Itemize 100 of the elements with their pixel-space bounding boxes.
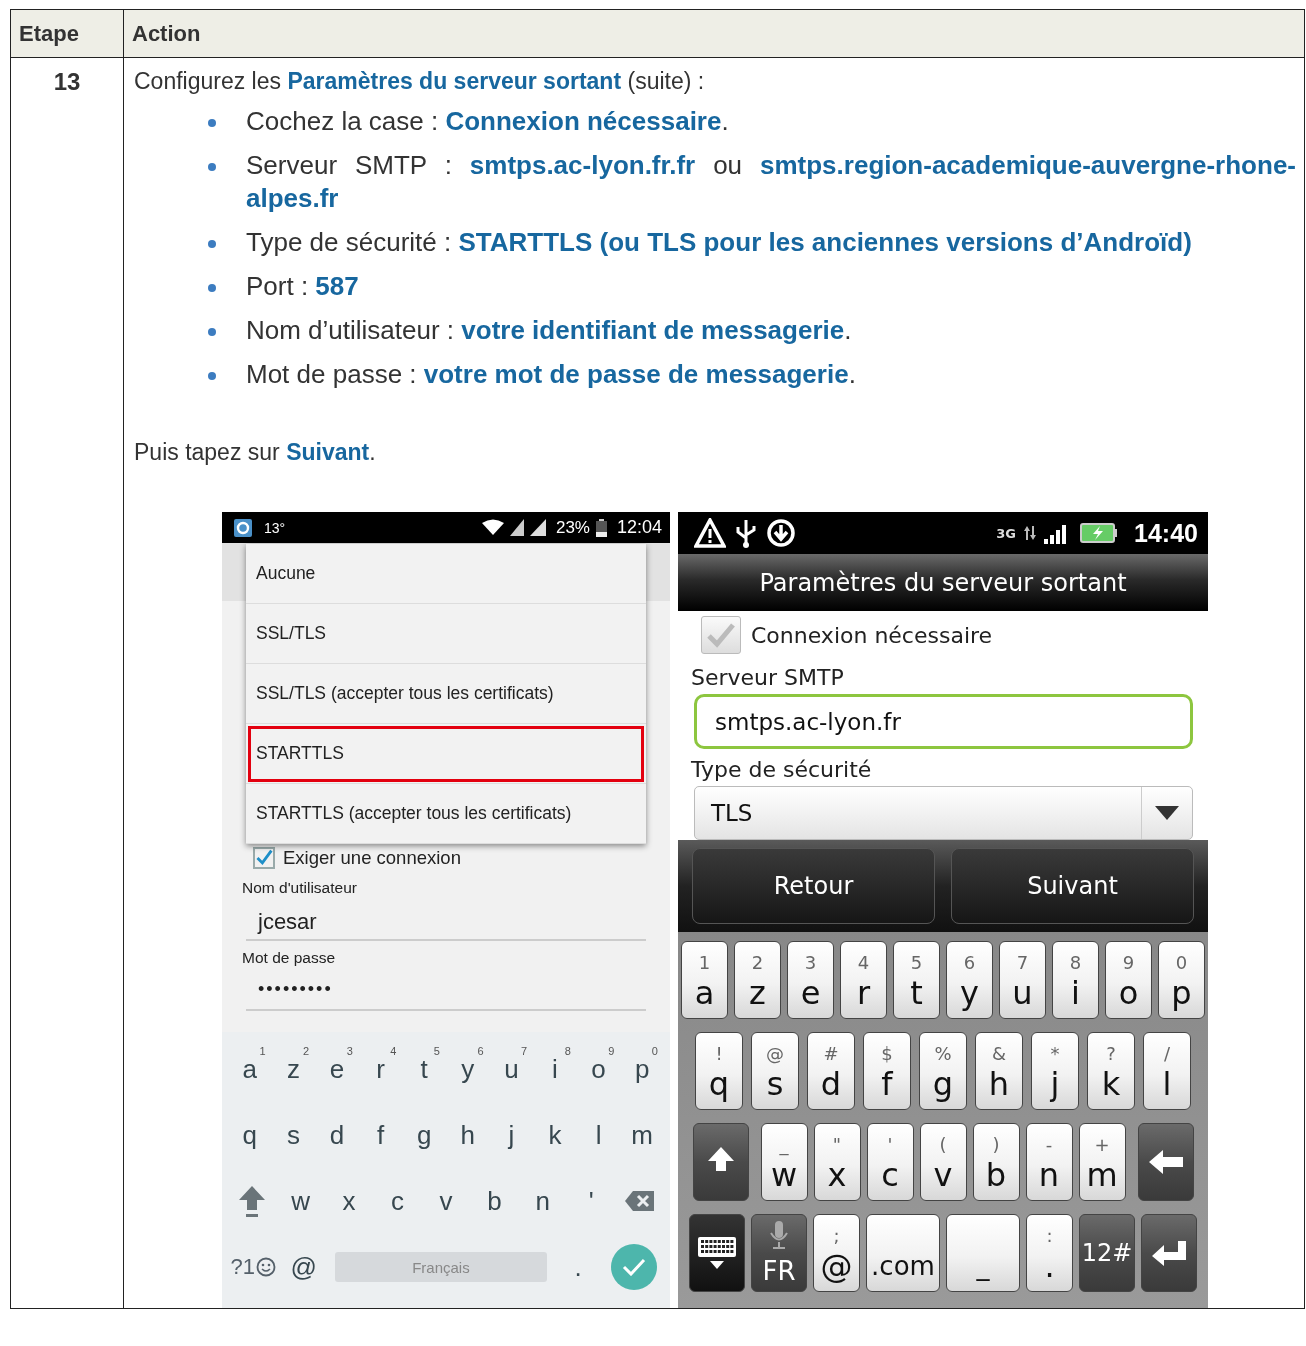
key[interactable]: m (620, 1105, 664, 1165)
key[interactable]: .com (866, 1214, 940, 1292)
column-header: Action (123, 9, 1305, 58)
checkbox-label: Exiger une connexion (283, 847, 461, 869)
key[interactable]: k (533, 1105, 577, 1165)
key[interactable]: 1 a (681, 941, 728, 1019)
key[interactable]: 2 z (271, 1039, 316, 1099)
key[interactable]: 0 p (620, 1039, 664, 1099)
nav-button[interactable]: Retour (692, 848, 935, 924)
key[interactable]: : . (1026, 1214, 1073, 1292)
bullet-text: Nom d’utilisateur : votre identifiant de messagerie. (246, 314, 853, 347)
enter-icon (1151, 1239, 1187, 1267)
key[interactable]: - n (1025, 1123, 1073, 1201)
key[interactable]: & h (975, 1032, 1023, 1110)
dropdown-option[interactable]: SSL/TLS (accepter tous les certificats) (246, 664, 646, 724)
key[interactable]: 1 a (228, 1039, 272, 1099)
key[interactable]: b (470, 1171, 519, 1231)
network-type: 3G (996, 525, 1017, 541)
field-label: Nom d'utilisateur (242, 879, 358, 897)
key[interactable]: # d (807, 1032, 855, 1110)
key[interactable]: ' c (866, 1123, 914, 1201)
app-icon (234, 518, 252, 537)
key[interactable]: 8 i (533, 1039, 577, 1099)
key[interactable]: " x (813, 1123, 861, 1201)
input-field[interactable]: ••••••••• (246, 971, 646, 1011)
key[interactable]: 9 o (576, 1039, 621, 1099)
key[interactable]: 0 p (1158, 941, 1205, 1019)
key[interactable]: _ w (760, 1123, 808, 1201)
field-label: Type de sécurité (691, 757, 873, 782)
shift-key[interactable] (692, 1123, 749, 1201)
key[interactable]: 4 r (840, 941, 887, 1019)
usb-icon (734, 518, 758, 548)
key[interactable]: % g (919, 1032, 967, 1110)
key[interactable]: 8 i (1052, 941, 1099, 1019)
key[interactable]: _ (946, 1214, 1020, 1292)
key[interactable]: + m (1078, 1123, 1126, 1201)
field-label: Serveur SMTP (691, 665, 845, 690)
key[interactable]: @ s (751, 1032, 799, 1110)
key[interactable]: 5 t (893, 941, 940, 1019)
key[interactable]: ) b (972, 1123, 1020, 1201)
key[interactable]: w (276, 1171, 325, 1231)
nav-button[interactable]: Suivant (951, 848, 1194, 924)
key[interactable]: 7 u (999, 941, 1046, 1019)
smiley-icon (255, 1257, 276, 1277)
enter-key[interactable] (1141, 1214, 1197, 1292)
key[interactable]: ? k (1087, 1032, 1135, 1110)
key[interactable]: l (576, 1105, 621, 1165)
dropdown-option[interactable]: SSL/TLS (246, 604, 646, 664)
battery-percent: 23% (555, 517, 590, 538)
key[interactable]: ! q (695, 1032, 743, 1110)
key[interactable]: v (421, 1171, 471, 1231)
bullet-icon (208, 240, 216, 248)
backspace-icon (623, 1190, 656, 1212)
key[interactable]: 6 y (946, 941, 993, 1019)
dropdown-option[interactable]: Aucune (246, 544, 646, 604)
key[interactable]: j (489, 1105, 534, 1165)
key[interactable]: 6 y (445, 1039, 490, 1099)
key[interactable]: h (445, 1105, 490, 1165)
key[interactable]: . (552, 1237, 604, 1297)
key[interactable]: * j (1031, 1032, 1079, 1110)
key[interactable]: ; @ (813, 1214, 860, 1292)
key[interactable]: q (228, 1105, 272, 1165)
bullet-icon (208, 284, 216, 292)
input-field[interactable]: jcesar (246, 901, 646, 941)
key[interactable]: 7 u (489, 1039, 534, 1099)
signal-icon (509, 519, 524, 536)
key[interactable]: 2 z (734, 941, 781, 1019)
dropdown-option[interactable]: STARTTLS (accepter tous les certificats) (246, 784, 646, 844)
key[interactable]: 5 t (402, 1039, 446, 1099)
language-key[interactable]: FR (751, 1214, 807, 1292)
microphone-icon (769, 1220, 789, 1251)
bullet-icon (208, 372, 216, 380)
key[interactable]: $ f (863, 1032, 911, 1110)
key[interactable]: 3 e (315, 1039, 359, 1099)
dropdown-option[interactable]: STARTTLS (246, 724, 646, 784)
key[interactable]: d (315, 1105, 359, 1165)
checkbox[interactable] (701, 616, 741, 654)
key[interactable]: 4 r (358, 1039, 403, 1099)
warning-icon (694, 518, 726, 548)
key[interactable]: 3 e (787, 941, 834, 1019)
key[interactable]: c (373, 1171, 422, 1231)
key[interactable]: 9 o (1105, 941, 1152, 1019)
key[interactable]: / l (1143, 1032, 1191, 1110)
done-button[interactable] (610, 1244, 657, 1290)
key[interactable]: ' (567, 1171, 616, 1231)
key[interactable]: f (358, 1105, 403, 1165)
key[interactable]: x (324, 1171, 374, 1231)
input-field[interactable]: smtps.ac-lyon.fr (694, 694, 1193, 749)
backspace-key[interactable] (1137, 1123, 1194, 1201)
hide-keyboard-key[interactable] (689, 1214, 745, 1292)
key[interactable]: n (518, 1171, 568, 1231)
checkbox[interactable] (253, 847, 275, 869)
key[interactable]: ( v (919, 1123, 967, 1201)
key[interactable]: s (271, 1105, 316, 1165)
key[interactable]: @ (278, 1237, 329, 1297)
symbols-key[interactable]: ?1 (228, 1237, 279, 1297)
numbers-key[interactable]: 12# (1079, 1214, 1135, 1292)
shift-icon (237, 1184, 268, 1218)
dropdown-field[interactable]: TLS (694, 786, 1193, 840)
key[interactable]: g (402, 1105, 446, 1165)
